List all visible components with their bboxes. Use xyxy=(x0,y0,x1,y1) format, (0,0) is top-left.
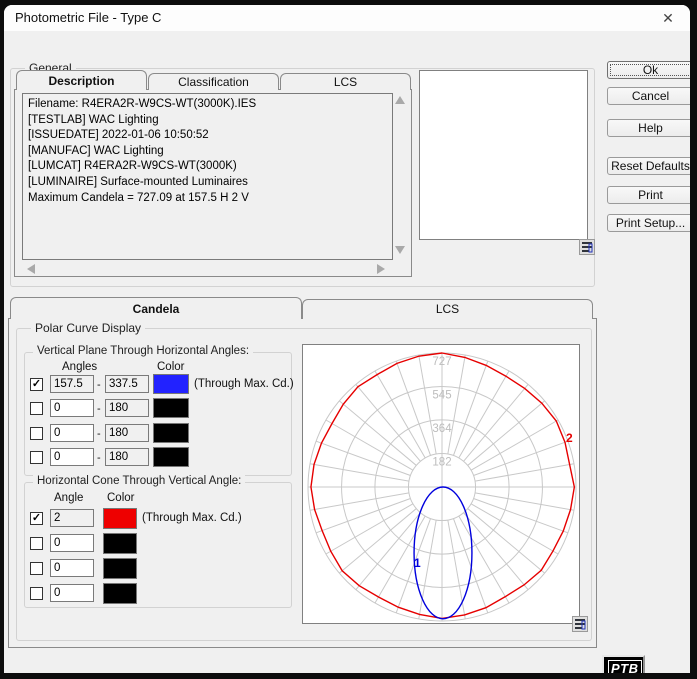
polar-chart-svg: 182 364 545 727 2 1 xyxy=(303,345,579,623)
svg-text:364: 364 xyxy=(432,423,452,435)
vp-through-max-note: (Through Max. Cd.) xyxy=(194,378,294,390)
vp-row2-checkbox[interactable] xyxy=(30,402,43,415)
vp-row4-checkbox[interactable] xyxy=(30,451,43,464)
tab-candela[interactable]: Candela xyxy=(10,297,302,319)
scroll-right-icon[interactable] xyxy=(377,264,385,274)
vp-row3-to-field[interactable] xyxy=(105,424,149,442)
polar-curve-group-label: Polar Curve Display xyxy=(31,321,145,335)
description-textbox[interactable]: Filename: R4ERA2R-W9CS-WT(3000K).IES [TE… xyxy=(22,93,393,260)
window-title: Photometric File - Type C xyxy=(15,10,161,25)
vp-row4-from-field[interactable] xyxy=(50,448,94,466)
vp-row1-dash: - xyxy=(97,379,101,391)
hc-row3-angle-field[interactable] xyxy=(50,559,94,577)
hc-row1-angle-field[interactable] xyxy=(50,509,94,527)
vp-row1-to-field[interactable] xyxy=(105,375,149,393)
hc-row4-color-swatch[interactable] xyxy=(103,583,137,604)
desc-line: [ISSUEDATE] 2022-01-06 10:50:52 xyxy=(28,128,387,144)
hc-through-max-note: (Through Max. Cd.) xyxy=(142,512,242,524)
color-column-header: Color xyxy=(157,361,184,373)
angle-column-header: Angle xyxy=(54,492,83,504)
desc-line: [LUMINAIRE] Surface-mounted Luminaires xyxy=(28,175,387,191)
desc-line: [LUMCAT] R4ERA2R-W9CS-WT(3000K) xyxy=(28,159,387,175)
vp-row4-to-field[interactable] xyxy=(105,448,149,466)
reset-defaults-button[interactable]: Reset Defaults xyxy=(607,157,690,175)
desc-line: Filename: R4ERA2R-W9CS-WT(3000K).IES xyxy=(28,97,387,113)
svg-text:545: 545 xyxy=(432,390,451,402)
hc-row2-angle-field[interactable] xyxy=(50,534,94,552)
tab-classification[interactable]: Classification xyxy=(148,73,279,90)
ptb-logo-text: PTB xyxy=(608,660,642,673)
dialog-body: General Description Classification LCS F… xyxy=(4,31,690,673)
chart-notes-icon[interactable] xyxy=(572,616,588,632)
vp-row2-to-field[interactable] xyxy=(105,399,149,417)
scroll-down-icon[interactable] xyxy=(395,246,405,254)
angles-column-header: Angles xyxy=(62,361,97,373)
vp-row2-color-swatch[interactable] xyxy=(153,398,189,418)
vp-row1-checkbox[interactable]: ✓ xyxy=(30,378,43,391)
scroll-up-icon[interactable] xyxy=(395,96,405,104)
ptb-logo-button[interactable]: PTB xyxy=(602,655,645,673)
print-setup-button[interactable]: Print Setup... xyxy=(607,214,690,232)
desc-line: [MANUFAC] WAC Lighting xyxy=(28,144,387,160)
svg-text:727: 727 xyxy=(432,356,451,368)
polar-chart: 182 364 545 727 2 1 xyxy=(302,344,580,624)
ok-button[interactable]: Ok xyxy=(607,61,690,79)
color-column-header-2: Color xyxy=(107,492,134,504)
vp-row4-dash: - xyxy=(97,452,101,464)
svg-text:1: 1 xyxy=(414,556,421,570)
hc-row2-checkbox[interactable] xyxy=(30,537,43,550)
preview-notes-icon[interactable] xyxy=(579,239,595,255)
tab-lcs-upper[interactable]: LCS xyxy=(280,73,411,90)
print-button[interactable]: Print xyxy=(607,186,690,204)
vp-row2-from-field[interactable] xyxy=(50,399,94,417)
photometric-dialog: Photometric File - Type C ✕ General Desc… xyxy=(4,5,690,673)
horizontal-cone-group-label: Horizontal Cone Through Vertical Angle: xyxy=(33,475,245,487)
titlebar[interactable]: Photometric File - Type C ✕ xyxy=(4,5,690,31)
hc-row4-angle-field[interactable] xyxy=(50,584,94,602)
hc-row3-color-swatch[interactable] xyxy=(103,558,137,579)
hc-row3-checkbox[interactable] xyxy=(30,562,43,575)
vp-row4-color-swatch[interactable] xyxy=(153,447,189,467)
hc-row2-color-swatch[interactable] xyxy=(103,533,137,554)
tab-description[interactable]: Description xyxy=(16,70,147,90)
svg-text:182: 182 xyxy=(432,456,451,468)
vp-row2-dash: - xyxy=(97,403,101,415)
hc-row4-checkbox[interactable] xyxy=(30,587,43,600)
hc-row1-checkbox[interactable]: ✓ xyxy=(30,512,43,525)
close-icon[interactable]: ✕ xyxy=(659,9,677,27)
vp-row3-from-field[interactable] xyxy=(50,424,94,442)
hc-row1-color-swatch[interactable] xyxy=(103,508,137,529)
desc-line: Maximum Candela = 727.09 at 157.5 H 2 V xyxy=(28,191,387,207)
svg-text:2: 2 xyxy=(566,431,573,445)
desc-line: [TESTLAB] WAC Lighting xyxy=(28,113,387,129)
tab-lcs-lower[interactable]: LCS xyxy=(302,299,593,319)
vp-row3-checkbox[interactable] xyxy=(30,427,43,440)
vp-row1-from-field[interactable] xyxy=(50,375,94,393)
vertical-plane-group-label: Vertical Plane Through Horizontal Angles… xyxy=(33,345,253,357)
preview-box xyxy=(419,70,588,240)
help-button[interactable]: Help xyxy=(607,119,690,137)
scroll-left-icon[interactable] xyxy=(27,264,35,274)
cancel-button[interactable]: Cancel xyxy=(607,87,690,105)
vp-row3-dash: - xyxy=(97,428,101,440)
vp-row3-color-swatch[interactable] xyxy=(153,423,189,443)
vp-row1-color-swatch[interactable] xyxy=(153,374,189,394)
